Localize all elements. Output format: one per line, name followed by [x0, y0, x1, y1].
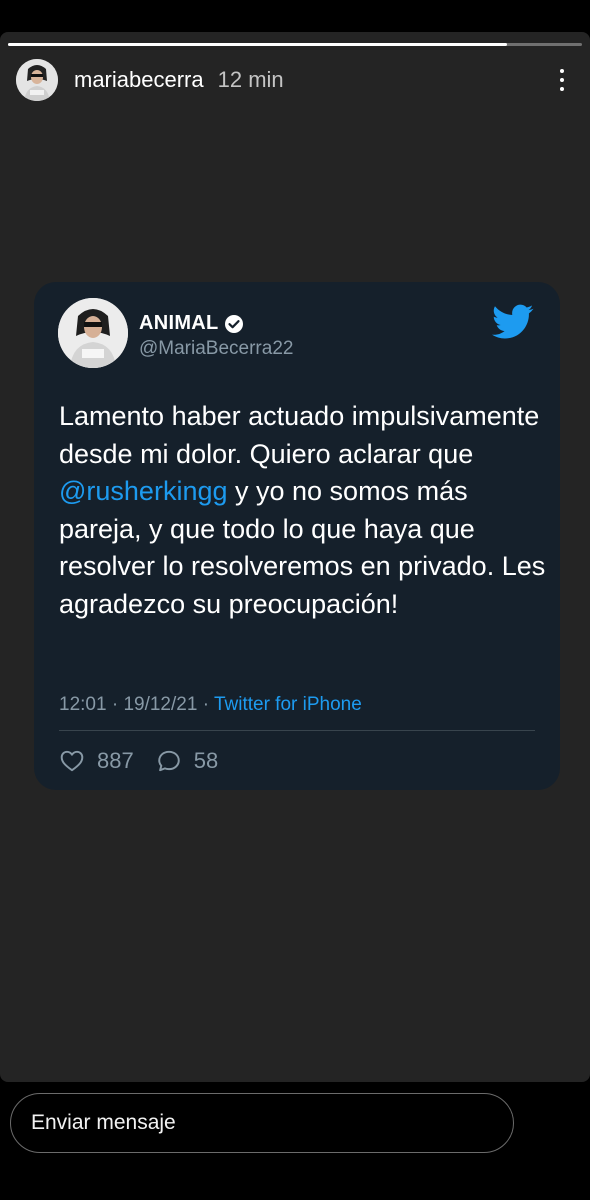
tweet-card: ANIMAL @MariaBecerra22 Lamento haber act…	[34, 282, 560, 790]
story-progress-bar	[8, 43, 582, 46]
tweet-handle: @MariaBecerra22	[139, 338, 294, 359]
tweet-name-row: ANIMAL	[139, 312, 244, 335]
story-progress-fill	[8, 43, 508, 46]
message-input-placeholder: Enviar mensaje	[31, 1111, 176, 1134]
verified-badge-icon	[224, 314, 243, 333]
tweet-time: 12:01	[59, 694, 107, 715]
tweet-source-link[interactable]: Twitter for iPhone	[214, 694, 362, 715]
tweet-stats: 887 58	[59, 748, 218, 774]
story-frame: mariabecerra 12 min ANIMAL @MariaBecerra…	[0, 32, 590, 1082]
meta-separator: ·	[111, 694, 119, 715]
tweet-text: Lamento haber actuado impulsivamente des…	[59, 398, 549, 623]
tweet-mention-link[interactable]: @rusherkingg	[59, 476, 228, 506]
message-input[interactable]: Enviar mensaje	[10, 1093, 514, 1153]
tweet-text-part1: Lamento haber actuado impulsivamente des…	[59, 401, 540, 469]
heart-icon	[60, 750, 84, 772]
story-header: mariabecerra 12 min	[16, 58, 574, 102]
story-avatar[interactable]	[16, 59, 58, 101]
reply-count: 58	[193, 748, 219, 773]
like-stat[interactable]: 887	[59, 748, 134, 774]
tweet-divider	[59, 730, 535, 731]
tweet-date: 19/12/21	[123, 694, 198, 715]
story-username[interactable]: mariabecerra	[74, 67, 204, 93]
reply-stat[interactable]: 58	[156, 748, 218, 774]
tweet-display-name: ANIMAL	[139, 312, 219, 334]
more-vertical-icon[interactable]	[550, 60, 574, 100]
meta-separator: ·	[202, 694, 210, 715]
tweet-meta: 12:01 · 19/12/21 · Twitter for iPhone	[59, 694, 362, 716]
like-count: 887	[97, 748, 134, 773]
twitter-bird-icon	[492, 304, 534, 339]
comment-icon	[157, 750, 180, 772]
tweet-avatar	[58, 298, 128, 368]
story-timestamp: 12 min	[217, 67, 284, 92]
